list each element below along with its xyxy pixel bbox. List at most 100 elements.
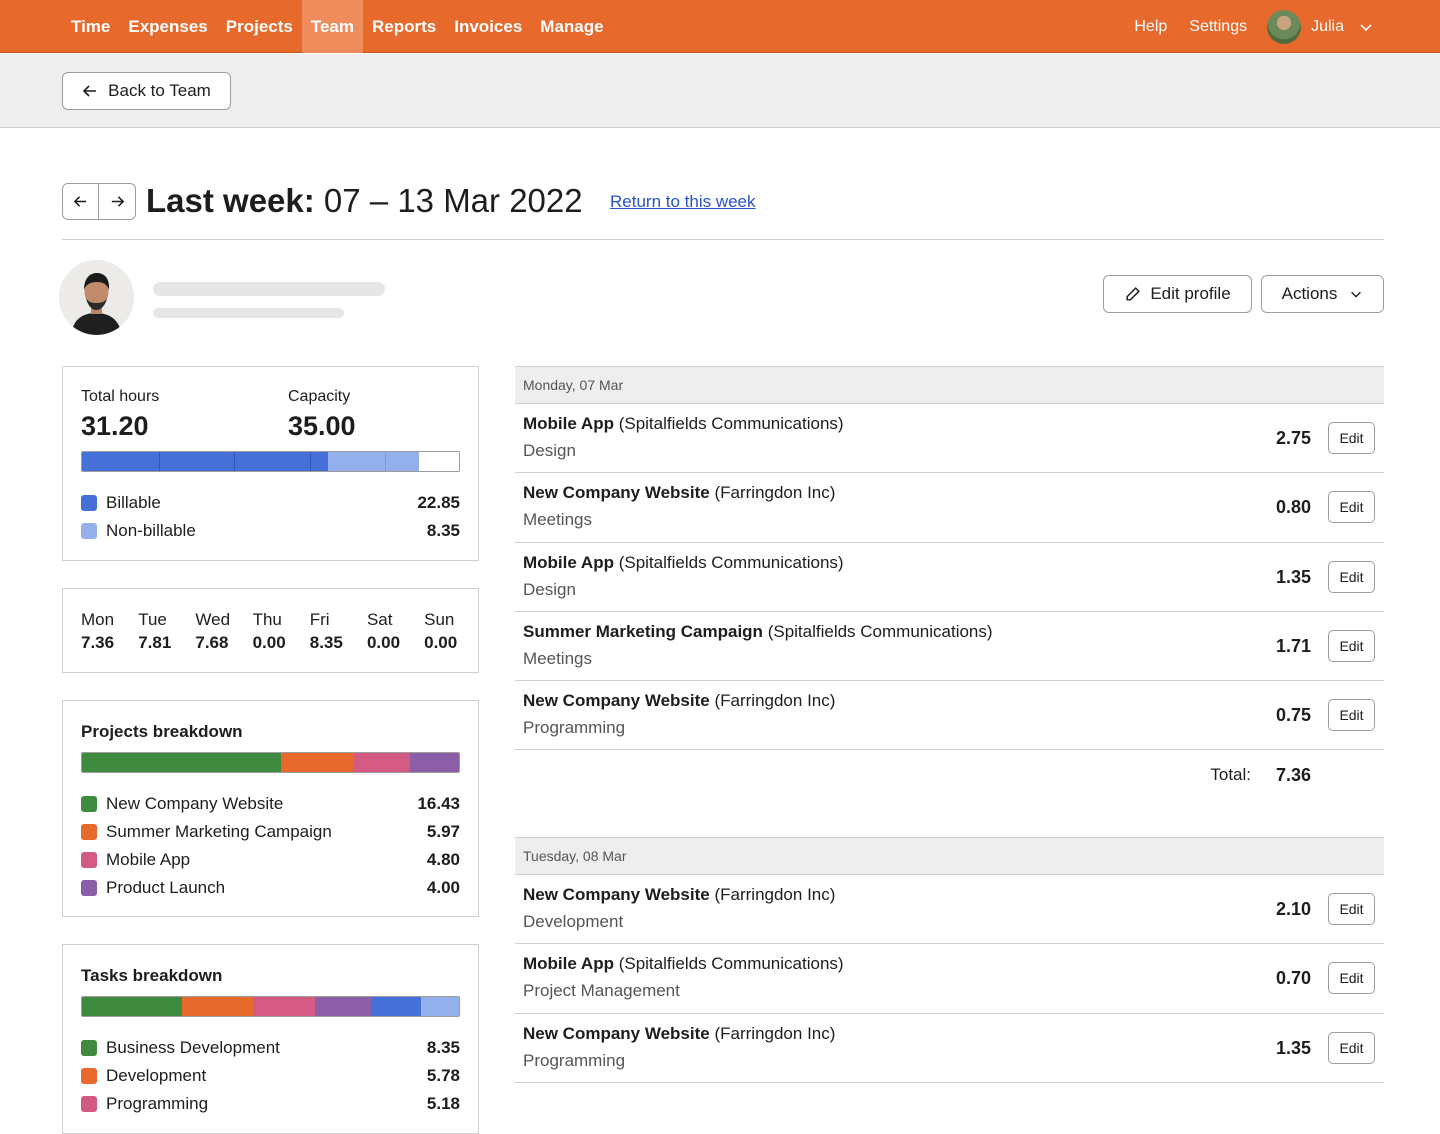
day-thu: Thu 0.00 (253, 610, 310, 653)
back-to-team-button[interactable]: Back to Team (62, 72, 231, 110)
project-segment (410, 753, 459, 772)
entry-project: Mobile App (Spitalfields Communications) (523, 954, 844, 974)
legend-swatch (81, 1068, 97, 1084)
next-week-button[interactable] (99, 183, 136, 220)
day-label: Sun (424, 610, 455, 629)
arrow-right-icon (111, 196, 124, 207)
return-to-this-week-link[interactable]: Return to this week (610, 192, 756, 212)
week-prefix: Last week: (146, 182, 315, 219)
project-name: Summer Marketing Campaign (106, 822, 332, 841)
user-menu[interactable]: Julia (1311, 18, 1344, 36)
task-segment (253, 997, 315, 1016)
nav-projects[interactable]: Projects (217, 0, 302, 53)
actions-label: Actions (1281, 284, 1338, 303)
help-link[interactable]: Help (1134, 18, 1167, 36)
legend-swatch (81, 1040, 97, 1056)
nav-expenses[interactable]: Expenses (119, 0, 216, 53)
project-legend-item: New Company Website 16.43 (81, 794, 460, 814)
tasks-breakdown-title: Tasks breakdown (81, 966, 223, 985)
day-tue: Tue 7.81 (138, 610, 195, 653)
edit-entry-button[interactable]: Edit (1328, 560, 1375, 593)
billable-legend: Billable 22.85 (81, 493, 460, 513)
entry-task: Programming (523, 1050, 626, 1070)
billable-value: 22.85 (417, 493, 460, 512)
edit-entry-button[interactable]: Edit (1328, 699, 1375, 732)
nav-time[interactable]: Time (62, 0, 119, 53)
entry-task: Meetings (523, 510, 592, 530)
edit-entry-button[interactable]: Edit (1328, 491, 1375, 524)
time-entry-row: New Company Website (Farringdon Inc) Pro… (515, 681, 1384, 751)
entry-task: Development (523, 912, 624, 931)
edit-entry-button[interactable]: Edit (1328, 422, 1375, 454)
day-hours: 0.00 (366, 633, 401, 652)
day-fri: Fri 8.35 (310, 610, 367, 653)
client-name: (Farringdon Inc) (714, 885, 836, 904)
entry-task: Meetings (523, 648, 592, 668)
edit-profile-label: Edit profile (1150, 284, 1231, 303)
entry-project: Mobile App (Spitalfields Communications) (523, 414, 844, 434)
nav-reports[interactable]: Reports (363, 0, 445, 53)
page-title: Last week: 07 – 13 Mar 2022 (146, 182, 583, 220)
actions-dropdown[interactable]: Actions (1261, 275, 1384, 313)
project-legend-item: Product Launch 4.00 (81, 878, 460, 898)
billable-segment (235, 452, 311, 471)
edit-entry-button[interactable]: Edit (1328, 962, 1375, 995)
project-hours: 4.80 (426, 850, 460, 869)
total-hours-label: Total hours (81, 388, 160, 405)
settings-link[interactable]: Settings (1189, 18, 1247, 36)
projects-bar (81, 752, 460, 773)
project-legend-item: Mobile App 4.80 (81, 850, 460, 870)
billable-swatch (81, 495, 97, 511)
entry-project: New Company Website (Farringdon Inc) (523, 1024, 835, 1044)
sub-header: Back to Team (0, 54, 1440, 128)
client-name: (Spitalfields Communications) (618, 954, 844, 974)
nav-manage[interactable]: Manage (531, 0, 612, 53)
user-avatar[interactable] (1267, 9, 1302, 44)
entry-hours: 1.71 (1275, 635, 1311, 656)
day-sun: Sun 0.00 (424, 610, 481, 653)
day-label: Wed (195, 610, 231, 629)
edit-entry-button[interactable]: Edit (1328, 1031, 1375, 1064)
person-photo-icon (59, 260, 134, 335)
task-segment (182, 997, 254, 1016)
billable-segment (160, 452, 235, 471)
project-name: Mobile App (523, 414, 614, 433)
day-wed: Wed 7.68 (195, 610, 252, 653)
entry-task: Programming (523, 718, 626, 738)
entry-project: New Company Website (Farringdon Inc) (523, 885, 835, 905)
project-segment (82, 753, 281, 772)
project-name: New Company Website (106, 794, 284, 813)
entry-hours: 2.75 (1275, 428, 1311, 448)
entry-hours: 1.35 (1275, 566, 1311, 587)
project-name: Product Launch (106, 878, 226, 897)
task-name: Programming (106, 1094, 209, 1113)
day-hours: 7.36 (81, 633, 115, 652)
edit-entry-button[interactable]: Edit (1328, 629, 1375, 662)
legend-swatch (81, 824, 97, 840)
total-hours-value: 31.20 (81, 411, 149, 441)
arrow-left-icon (73, 196, 87, 207)
nav-invoices[interactable]: Invoices (445, 0, 531, 53)
chevron-down-icon[interactable] (1358, 19, 1374, 35)
project-name: New Company Website (523, 885, 710, 904)
week-navigation (62, 183, 136, 220)
edit-profile-button[interactable]: Edit profile (1103, 275, 1252, 313)
non-billable-legend: Non-billable 8.35 (81, 521, 460, 541)
client-name: (Farringdon Inc) (714, 1023, 836, 1043)
task-hours: 5.18 (426, 1094, 460, 1113)
task-hours: 5.78 (426, 1066, 460, 1085)
nav-team[interactable]: Team (301, 0, 364, 53)
previous-week-button[interactable] (62, 183, 99, 220)
task-name: Business Development (106, 1038, 280, 1057)
day-hours: 7.81 (138, 633, 172, 652)
project-legend-item: Summer Marketing Campaign 5.97 (81, 822, 460, 842)
capacity-bar (81, 451, 460, 472)
non-billable-swatch (81, 523, 97, 539)
entry-task: Design (523, 441, 576, 460)
legend-swatch (81, 880, 97, 896)
day-hours: 7.68 (195, 633, 229, 652)
week-range: 07 – 13 Mar 2022 (323, 182, 583, 219)
edit-entry-button[interactable]: Edit (1328, 893, 1375, 925)
day-group-monday: Monday, 07 Mar Mobile App (Spitalfields … (515, 366, 1384, 800)
project-name: New Company Website (523, 1023, 710, 1043)
